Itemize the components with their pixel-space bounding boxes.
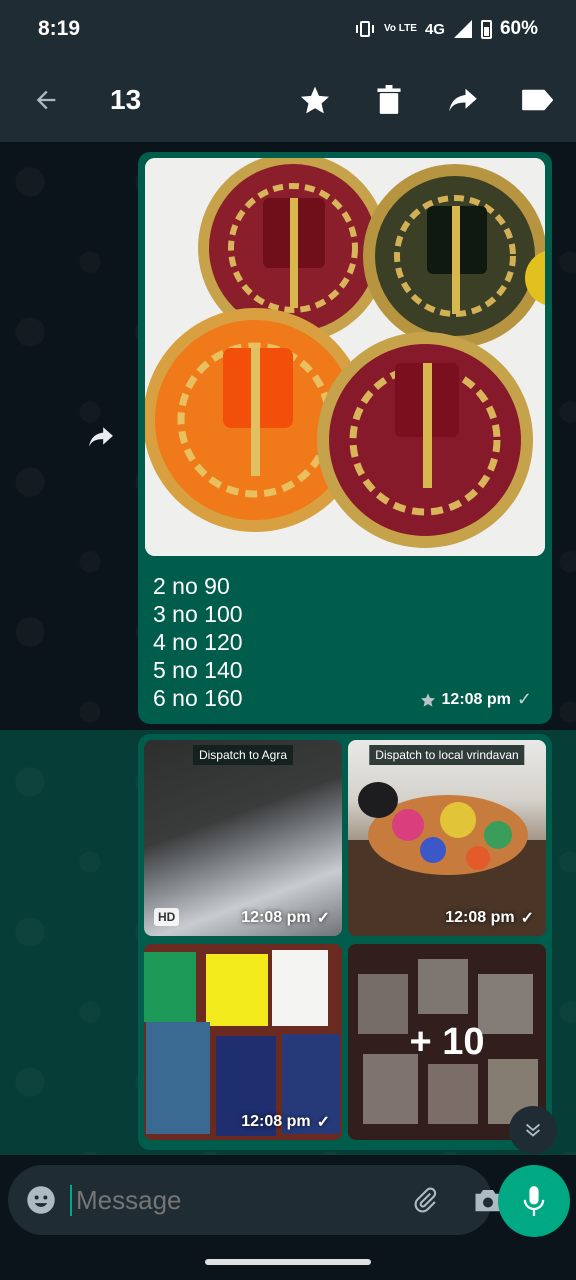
attach-button[interactable] <box>411 1183 439 1217</box>
scroll-to-bottom-button[interactable] <box>509 1106 557 1154</box>
star-icon <box>301 86 329 114</box>
caption-line: 2 no 90 <box>153 573 230 599</box>
photo-meta: 12:08 pm ✓ <box>241 1112 330 1132</box>
status-time: 8:19 <box>38 17 81 40</box>
back-button[interactable] <box>26 80 66 120</box>
emoji-icon <box>27 1186 55 1214</box>
photo-meta: 12:08 pm ✓ <box>241 908 330 928</box>
microphone-icon <box>523 1186 545 1216</box>
photo-overlay-text: Dispatch to local vrindavan <box>369 745 525 765</box>
network-label: 4G <box>424 20 445 38</box>
hd-badge: HD <box>154 908 180 926</box>
photo-overlay-text: Dispatch to Agra <box>192 745 294 765</box>
label-icon <box>522 89 553 111</box>
composer-row <box>0 1155 576 1245</box>
selected-count: 13 <box>110 84 142 115</box>
voice-message-button[interactable] <box>498 1165 570 1237</box>
label-button[interactable] <box>518 81 556 119</box>
caption-line: 3 no 100 <box>153 601 243 627</box>
paperclip-icon <box>414 1187 437 1213</box>
star-button[interactable] <box>296 81 334 119</box>
battery-icon <box>480 19 492 39</box>
album-more-photos[interactable]: + 10 <box>348 944 546 1140</box>
dress-photo <box>145 158 545 556</box>
message-time: 12:08 pm <box>441 690 511 708</box>
back-arrow-icon <box>36 90 56 110</box>
vibrate-icon <box>355 21 374 37</box>
battery-percent: 60% <box>499 18 538 39</box>
photo-time: 12:08 pm <box>241 1113 311 1130</box>
starred-icon <box>420 692 435 707</box>
album-photo[interactable]: Dispatch to Agra HD 12:08 pm ✓ <box>144 740 342 936</box>
clothes-photo <box>144 944 342 1140</box>
quick-forward-button[interactable] <box>86 422 116 452</box>
delete-icon <box>377 85 401 114</box>
message-meta: 12:08 pm ✓ <box>420 689 532 710</box>
selection-app-bar: 13 <box>0 58 576 142</box>
status-icons: Vo LTE 4G 60% <box>354 18 538 40</box>
message-input[interactable] <box>70 1184 411 1216</box>
double-chevron-down-icon <box>525 1123 541 1137</box>
photo-time: 12:08 pm <box>241 909 311 926</box>
photo-meta: 12:08 pm ✓ <box>445 908 534 928</box>
message-image[interactable] <box>145 158 545 556</box>
sent-check-icon: ✓ <box>316 910 330 927</box>
gesture-nav-handle[interactable] <box>205 1259 371 1265</box>
sent-check-icon: ✓ <box>316 1114 330 1131</box>
chat-area[interactable]: 2 no 90 3 no 100 4 no 120 5 no 140 6 no … <box>0 142 576 1155</box>
composer-box <box>8 1165 501 1235</box>
caption-line: 5 no 140 <box>153 657 243 683</box>
album-bubble[interactable]: Dispatch to Agra HD 12:08 pm ✓ Dispatch … <box>138 734 552 1150</box>
volte-label: Vo LTE <box>383 23 417 34</box>
forward-icon <box>449 88 477 112</box>
photo-time: 12:08 pm <box>445 909 515 926</box>
forward-icon <box>89 427 113 447</box>
action-icons <box>296 81 556 119</box>
forward-button[interactable] <box>444 81 482 119</box>
package-photo <box>348 782 546 936</box>
album-photo[interactable]: Dispatch to local vrindavan 12:08 pm ✓ <box>348 740 546 936</box>
delete-button[interactable] <box>370 81 408 119</box>
status-bar: 8:19 Vo LTE 4G 60% <box>0 0 576 58</box>
sent-check-icon: ✓ <box>520 910 534 927</box>
caption-line: 6 no 160 <box>153 685 243 711</box>
message-caption: 2 no 90 3 no 100 4 no 120 5 no 140 6 no … <box>153 572 243 712</box>
message-bubble[interactable]: 2 no 90 3 no 100 4 no 120 5 no 140 6 no … <box>138 152 552 724</box>
album-photo[interactable]: 12:08 pm ✓ <box>144 944 342 1140</box>
emoji-button[interactable] <box>26 1183 56 1217</box>
signal-icon <box>453 20 472 38</box>
caption-line: 4 no 120 <box>153 629 243 655</box>
more-photos-count: + 10 <box>348 944 546 1140</box>
sent-check-icon: ✓ <box>516 689 532 709</box>
